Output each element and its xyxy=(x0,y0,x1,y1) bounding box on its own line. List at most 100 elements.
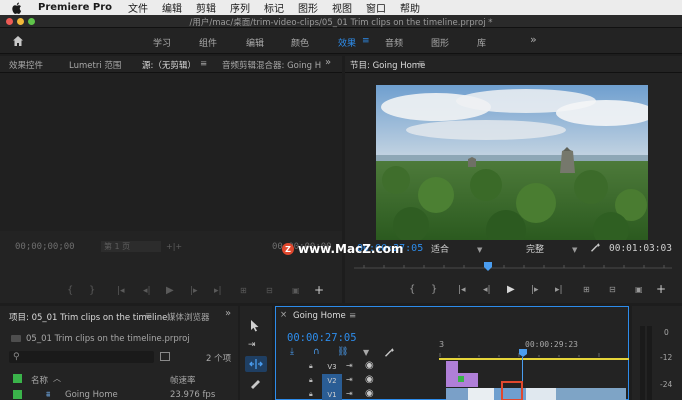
program-export-frame-icon[interactable]: ▣ xyxy=(635,285,643,294)
tab-media-browser[interactable]: 媒体浏览器 xyxy=(167,311,210,323)
workspace-graphics[interactable]: 图形 xyxy=(431,36,449,49)
menu-sequence[interactable]: 序列 xyxy=(230,0,250,15)
sync-lock-icon[interactable]: ⇥ xyxy=(346,361,353,370)
source-export-frame-icon[interactable]: ▣ xyxy=(292,286,300,295)
source-go-to-out-icon[interactable]: ▸| xyxy=(214,286,222,296)
workspace-libraries[interactable]: 库 xyxy=(477,36,486,49)
workspace-more-icon[interactable]: » xyxy=(530,33,537,46)
source-more-icon[interactable]: » xyxy=(325,57,331,68)
program-panel-title[interactable]: 节目: Going Home xyxy=(350,59,425,71)
program-mark-in-icon[interactable]: { xyxy=(409,284,415,295)
menu-markers[interactable]: 标记 xyxy=(264,0,284,15)
wrench-icon[interactable] xyxy=(590,242,600,255)
workspace-learn[interactable]: 学习 xyxy=(153,36,171,49)
source-viewer[interactable] xyxy=(0,73,342,231)
track-select-tool-icon[interactable]: ⇥ xyxy=(248,340,256,350)
eye-icon[interactable]: ◉ xyxy=(365,360,374,371)
source-mark-in-icon[interactable]: { xyxy=(67,285,73,296)
add-marker-icon[interactable]: ▼ xyxy=(363,348,369,357)
track-v2-label[interactable]: V2 xyxy=(322,374,342,388)
lock-icon[interactable]: 🔒︎ xyxy=(309,376,313,385)
source-add-marker-icon[interactable]: +|+ xyxy=(166,242,182,251)
new-bin-icon[interactable] xyxy=(160,352,170,361)
project-search-input[interactable]: ⚲ xyxy=(9,351,154,363)
workspace-color[interactable]: 颜色 xyxy=(291,36,309,49)
timeline-menu-icon[interactable]: ≡ xyxy=(349,311,356,321)
source-menu-icon[interactable]: ≡ xyxy=(200,59,207,69)
menu-window[interactable]: 窗口 xyxy=(366,0,386,15)
timeline-timecode[interactable]: 00:00:27:05 xyxy=(287,332,357,344)
tab-timeline-going-home[interactable]: Going Home xyxy=(293,311,346,321)
menu-help[interactable]: 帮助 xyxy=(400,0,420,15)
razor-tool-icon[interactable] xyxy=(249,379,261,392)
source-step-back-icon[interactable]: ◂| xyxy=(143,286,151,296)
column-name-header[interactable]: 名称 xyxy=(31,374,48,386)
clip-v2-graphic[interactable] xyxy=(446,373,478,387)
source-overwrite-icon[interactable]: ⊟ xyxy=(266,286,273,295)
clip-v3-graphic[interactable] xyxy=(446,361,458,373)
source-mark-out-icon[interactable]: } xyxy=(89,285,95,296)
project-menu-icon[interactable]: ≡ xyxy=(145,311,152,321)
source-insert-icon[interactable]: ⊞ xyxy=(240,286,247,295)
workspace-effects-menu-icon[interactable]: ≡ xyxy=(362,36,370,46)
program-zoom-dropdown[interactable]: 适合 ▼ xyxy=(431,242,482,255)
workspace-effects[interactable]: 效果 xyxy=(338,36,356,49)
tab-lumetri-scopes[interactable]: Lumetri 范围 xyxy=(69,59,121,71)
tab-audio-clip-mixer[interactable]: 音频剪辑混合器: Going H xyxy=(222,59,321,71)
insert-nest-icon[interactable]: ⤓ xyxy=(290,347,294,357)
menu-view[interactable]: 视图 xyxy=(332,0,352,15)
home-icon[interactable] xyxy=(12,35,24,50)
tab-effect-controls[interactable]: 效果控件 xyxy=(9,59,43,71)
program-play-icon[interactable]: ▶ xyxy=(507,284,515,295)
program-scrubber[interactable] xyxy=(354,262,672,272)
program-quality-dropdown[interactable]: 完整 ▼ xyxy=(526,242,577,255)
sync-lock-icon[interactable]: ⇥ xyxy=(346,375,353,384)
program-go-to-in-icon[interactable]: |◂ xyxy=(458,285,466,295)
lock-icon[interactable]: 🔒︎ xyxy=(309,362,313,371)
source-step-forward-icon[interactable]: |▸ xyxy=(190,286,198,296)
track-v3-label[interactable]: V3 xyxy=(323,361,341,373)
menu-edit[interactable]: 编辑 xyxy=(162,0,182,15)
program-add-button-icon[interactable]: + xyxy=(656,282,666,296)
eye-icon[interactable]: ◉ xyxy=(365,388,374,399)
column-rate-header[interactable]: 帧速率 xyxy=(170,374,196,386)
project-more-icon[interactable]: » xyxy=(225,308,231,319)
menu-file[interactable]: 文件 xyxy=(128,0,148,15)
timeline-settings-icon[interactable] xyxy=(384,347,394,360)
program-lift-icon[interactable]: ⊞ xyxy=(583,285,590,294)
ripple-edit-tool-icon[interactable] xyxy=(245,356,267,372)
label-color-icon[interactable] xyxy=(13,374,22,383)
selection-tool-icon[interactable] xyxy=(250,320,260,335)
program-menu-icon[interactable]: ≡ xyxy=(418,59,425,69)
project-row-name[interactable]: Going Home xyxy=(65,390,118,400)
source-page-field[interactable]: 第 1 页 xyxy=(101,241,161,252)
program-extract-icon[interactable]: ⊟ xyxy=(609,285,616,294)
source-play-icon[interactable]: ▶ xyxy=(166,285,174,296)
apple-icon[interactable] xyxy=(12,2,24,14)
tab-project[interactable]: 项目: 05_01 Trim clips on the timeline xyxy=(9,311,167,323)
app-menu[interactable]: Premiere Pro xyxy=(38,2,112,13)
timeline-close-icon[interactable]: × xyxy=(280,310,287,320)
source-go-to-in-icon[interactable]: |◂ xyxy=(117,286,125,296)
linked-selection-icon[interactable]: ⛓ xyxy=(337,347,348,357)
menu-clip[interactable]: 剪辑 xyxy=(196,0,216,15)
tab-source[interactable]: 源:（无剪辑） xyxy=(142,59,196,71)
snap-icon[interactable]: ∩ xyxy=(313,347,320,357)
clip-v1-video[interactable] xyxy=(446,388,626,400)
program-go-to-out-icon[interactable]: ▸| xyxy=(555,285,563,295)
eye-icon[interactable]: ◉ xyxy=(365,374,374,385)
sync-lock-icon[interactable]: ⇥ xyxy=(346,389,353,398)
workspace-editing[interactable]: 编辑 xyxy=(246,36,264,49)
program-step-forward-icon[interactable]: |▸ xyxy=(531,285,539,295)
lock-icon[interactable]: 🔒︎ xyxy=(309,390,313,399)
workspace-audio[interactable]: 音频 xyxy=(385,36,403,49)
source-timecode[interactable]: 00;00;00;00 xyxy=(15,242,75,252)
menu-graphics[interactable]: 图形 xyxy=(298,0,318,15)
program-video-frame[interactable] xyxy=(376,85,648,240)
program-mark-out-icon[interactable]: } xyxy=(431,284,437,295)
track-v1-label[interactable]: V1 xyxy=(322,388,342,400)
program-step-back-icon[interactable]: ◂| xyxy=(483,285,491,295)
source-add-button-icon[interactable]: + xyxy=(314,283,324,297)
workspace-assembly[interactable]: 组件 xyxy=(199,36,217,49)
sort-ascending-icon[interactable]: ︿ xyxy=(53,373,61,384)
